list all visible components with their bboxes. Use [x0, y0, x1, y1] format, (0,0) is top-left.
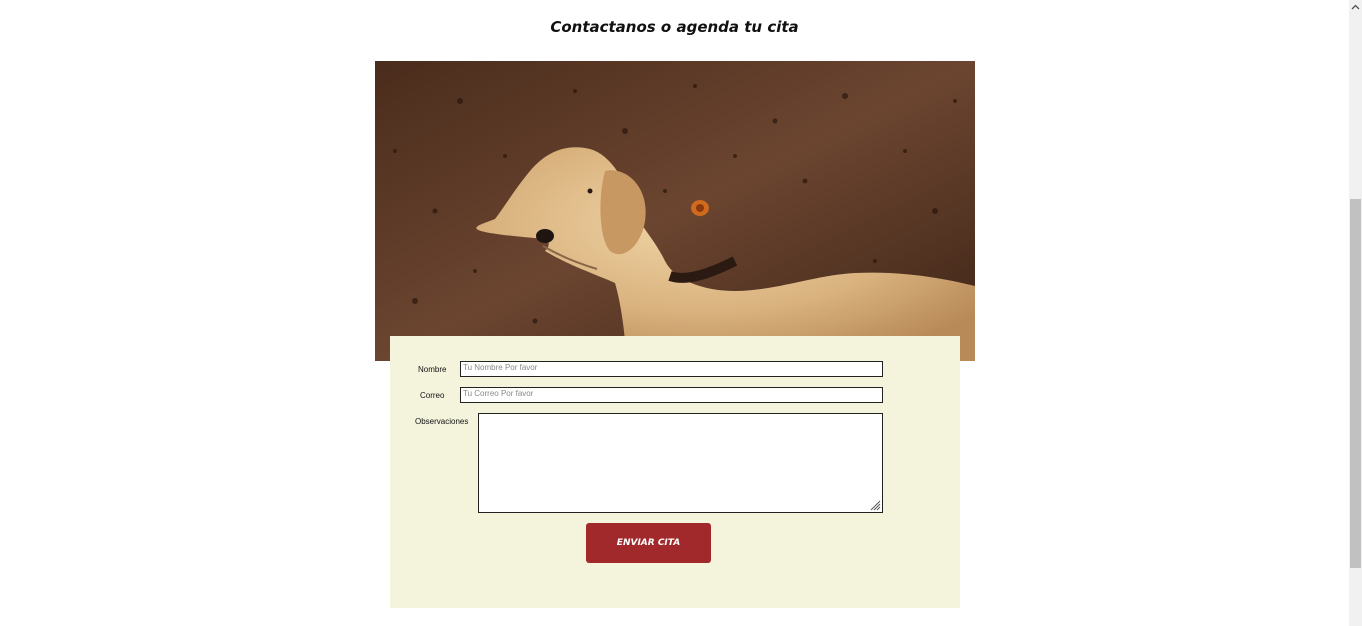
name-placeholder: Tu Nombre Por favor: [463, 363, 538, 372]
appointment-form: Nombre Tu Nombre Por favor Correo Tu Cor…: [390, 336, 960, 608]
scroll-up-icon[interactable]: [1349, 0, 1362, 14]
scrollbar-thumb[interactable]: [1350, 199, 1361, 568]
scrollbar[interactable]: [1349, 0, 1362, 626]
name-input[interactable]: Tu Nombre Por favor: [460, 361, 883, 377]
page-title: Contactanos o agenda tu cita: [550, 18, 799, 36]
email-input[interactable]: Tu Correo Por favor: [460, 387, 883, 403]
hero-dog-image: [375, 61, 975, 361]
email-placeholder: Tu Correo Por favor: [463, 389, 534, 398]
resize-grip-icon[interactable]: [869, 499, 881, 511]
submit-button[interactable]: ENVIAR CITA: [586, 523, 711, 563]
name-label: Nombre: [418, 365, 447, 374]
email-label: Correo: [420, 391, 445, 400]
notes-label: Observaciones: [415, 417, 469, 426]
notes-textarea[interactable]: [478, 413, 883, 513]
